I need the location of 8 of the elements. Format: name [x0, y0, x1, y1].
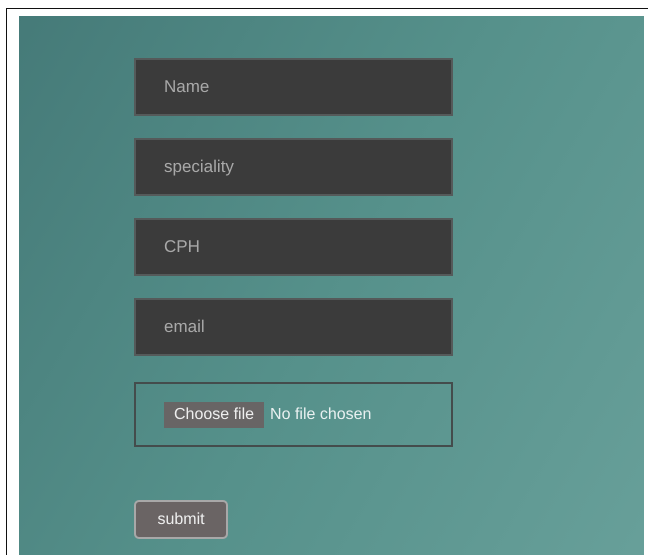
file-status: No file chosen — [270, 406, 372, 424]
text-field[interactable]: Name — [134, 58, 453, 116]
choose-file-button[interactable]: Choose file — [164, 402, 264, 428]
text-field[interactable]: CPH — [134, 218, 453, 276]
text-field[interactable]: email — [134, 298, 453, 356]
submit-button[interactable]: submit — [134, 500, 228, 539]
file-input[interactable]: Choose file No file chosen — [134, 382, 453, 447]
text-field[interactable]: speciality — [134, 138, 453, 196]
